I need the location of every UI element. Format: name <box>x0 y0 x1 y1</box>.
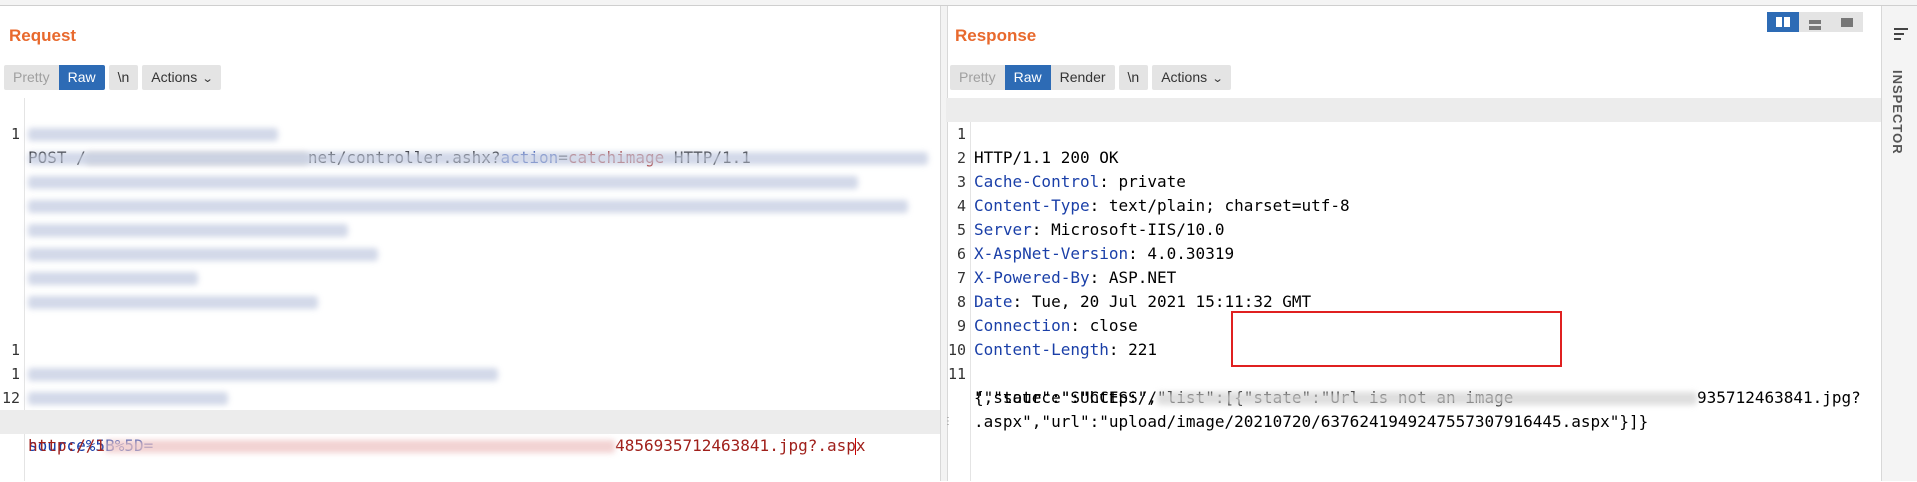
request-line-12: 1 <box>0 338 940 405</box>
request-line-body-cont: http://1 4856935712463841.jpg?.aspx <box>0 410 940 455</box>
url-prefix: http://1 <box>28 436 106 455</box>
redacted-header <box>28 170 858 194</box>
request-line-11: 1 <box>0 314 940 381</box>
request-view-mode: Pretty Raw <box>4 64 105 90</box>
request-toolbar: Pretty Raw \n Actions ⌄ <box>4 64 222 90</box>
redacted-header <box>28 146 928 170</box>
response-actions-label: Actions <box>1161 68 1208 85</box>
redacted-url <box>105 440 616 453</box>
request-line-1: 1 POST /net/controller.ashx?action=catch… <box>0 98 940 167</box>
response-line-7: 7 Date: Tue, 20 Jul 2021 15:11:32 GMT <box>946 242 1881 311</box>
request-line-redacted <box>0 290 940 314</box>
response-line-4: 4 Server: Microsoft-IIS/10.0 <box>946 170 1881 239</box>
response-line-8: 8 Connection: close <box>946 266 1881 335</box>
splitter-grip-icon[interactable]: ⋮ <box>943 417 953 436</box>
response-title: Response <box>955 26 1037 45</box>
response-actions-button[interactable]: Actions ⌄ <box>1152 64 1232 90</box>
request-line-redacted <box>0 146 940 170</box>
split-horizontal-icon[interactable] <box>1767 12 1799 32</box>
response-raw-button[interactable]: Raw <box>1004 64 1051 90</box>
response-line-11-wrap-2: .aspx","url":"upload/image/20210720/6376… <box>946 386 1881 431</box>
split-vertical-icon[interactable] <box>1799 12 1831 32</box>
request-line-blank: 12 <box>0 362 940 407</box>
response-line-1: 1 HTTP/1.1 200 OK <box>946 98 1881 167</box>
request-line-redacted <box>0 122 940 146</box>
response-line-5: 5 X-AspNet-Version: 4.0.30319 <box>946 194 1881 263</box>
response-render-button[interactable]: Render <box>1050 64 1115 90</box>
response-editor[interactable]: 1 HTTP/1.1 200 OK 2 Cache-Control: priva… <box>946 98 1881 481</box>
inspector-sidebar: INSPECTOR <box>1881 6 1917 481</box>
request-actions-button[interactable]: Actions ⌄ <box>142 64 222 90</box>
redacted-header <box>28 218 348 242</box>
request-line-redacted <box>0 242 940 266</box>
url-tail: x <box>855 436 866 455</box>
request-raw-button[interactable]: Raw <box>58 64 105 90</box>
layout-toggle-group <box>1767 12 1863 32</box>
response-newline-button[interactable]: \n <box>1118 64 1149 90</box>
request-line-redacted <box>0 218 940 242</box>
request-title: Request <box>9 26 77 45</box>
url-suffix: 4856935712463841.jpg?.asp <box>615 436 856 455</box>
hamburger-icon[interactable] <box>1894 28 1908 43</box>
response-line-3: 3 Content-Type: text/plain; charset=utf-… <box>946 146 1881 215</box>
response-pretty-button[interactable]: Pretty <box>950 64 1005 90</box>
redacted-header <box>28 266 198 290</box>
response-view-mode: Pretty Raw Render <box>950 64 1115 90</box>
redacted-header <box>28 122 278 146</box>
redacted-header <box>28 194 908 218</box>
highlight-annotation-box <box>1231 311 1562 367</box>
chevron-down-icon: ⌄ <box>201 72 214 85</box>
request-editor[interactable]: 1 POST /net/controller.ashx?action=catch… <box>0 98 940 481</box>
body-param-value: http://1 4856935712463841.jpg?.aspx <box>28 434 866 458</box>
response-line-6: 6 X-Powered-By: ASP.NET <box>946 218 1881 287</box>
response-pane: Response Pretty Raw Render \n Actions ⌄ 1… <box>946 6 1881 481</box>
inspector-tab[interactable]: INSPECTOR <box>1890 70 1905 155</box>
request-pane: Request Pretty Raw \n Actions⌄ 1 POST /n… <box>0 6 940 481</box>
request-line-redacted <box>0 170 940 194</box>
request-line-body: 13 source%5B%5D= <box>0 386 940 455</box>
redacted-header <box>28 290 318 314</box>
request-newline-button[interactable]: \n <box>108 64 139 90</box>
chevron-down-icon: ⌄ <box>1211 72 1224 85</box>
response-line-2: 2 Cache-Control: private <box>946 122 1881 191</box>
request-actions-label: Actions <box>151 68 198 85</box>
request-pretty-button[interactable]: Pretty <box>4 64 59 90</box>
response-body-cont: .aspx","url":"upload/image/20210720/6376… <box>974 412 1649 431</box>
request-line-redacted <box>0 194 940 218</box>
response-toolbar: Pretty Raw Render \n Actions ⌄ <box>950 64 1232 90</box>
redacted-header <box>28 242 378 266</box>
single-pane-icon[interactable] <box>1831 12 1863 32</box>
request-line-redacted <box>0 266 940 290</box>
